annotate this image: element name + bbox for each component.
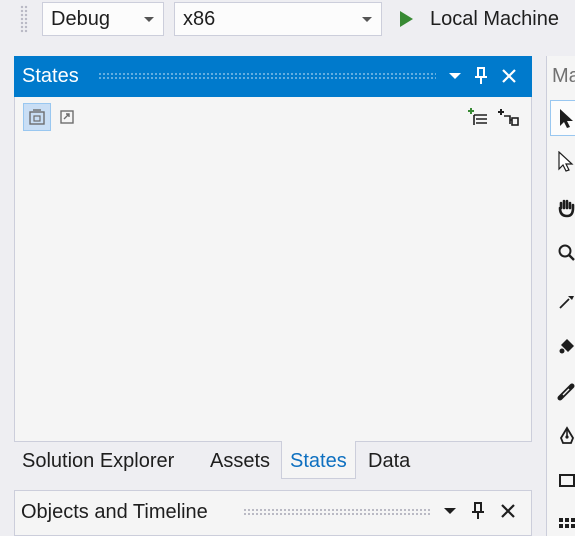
add-state-button[interactable] [495,103,523,131]
tools-panel: Ma [546,56,575,536]
tab-data[interactable]: Data [368,441,410,479]
panel-title: Objects and Timeline [21,501,208,523]
play-icon [400,11,413,27]
tab-states[interactable]: States [281,441,356,479]
states-panel: States [14,56,532,442]
window-position-button[interactable] [444,65,466,87]
window-position-button[interactable] [439,500,461,522]
states-toolbar [19,102,527,132]
show-state-group-icon [29,109,45,125]
direct-selection-icon [558,151,574,172]
chevron-down-icon [362,17,372,22]
grid-layout-icon [559,518,575,528]
objects-timeline-panel[interactable]: Objects and Timeline [14,490,532,536]
transition-preview-button[interactable] [53,103,81,131]
brush-transform-tool[interactable] [550,374,575,410]
pen-icon [559,426,575,444]
chevron-down-icon [449,73,461,79]
chevron-down-icon [144,17,154,22]
rectangle-icon [559,474,575,487]
platform-dropdown[interactable]: x86 [174,2,382,36]
tools-panel-title: Ma [552,65,575,87]
paint-bucket-tool[interactable] [550,329,575,365]
show-state-group-button[interactable] [23,103,51,131]
zoom-icon [558,244,575,261]
selection-icon [560,109,573,128]
pin-icon [475,67,487,84]
titlebar-grip [98,72,436,80]
close-button[interactable] [497,500,519,522]
add-state-icon [498,109,519,126]
configuration-value: Debug [51,8,110,30]
tab-assets[interactable]: Assets [210,441,270,479]
eyedropper-icon [559,296,574,309]
pin-icon [472,502,484,519]
close-icon [502,69,516,83]
panel-tabstrip: Solution Explorer Assets States Data [14,441,532,479]
brush-transform-icon [557,383,575,401]
eyedropper-tool[interactable] [550,284,575,320]
toolbar-grip[interactable] [20,5,28,33]
add-state-group-icon [468,108,487,125]
rectangle-tool[interactable] [550,464,575,500]
pan-icon [558,199,575,218]
tab-solution-explorer[interactable]: Solution Explorer [22,441,174,479]
paint-bucket-icon [559,339,574,354]
pan-tool[interactable] [550,191,575,227]
start-debugging-button[interactable]: Local Machine [392,2,575,36]
transition-preview-icon [60,110,74,124]
selection-tool[interactable] [550,100,575,136]
auto-hide-button[interactable] [470,65,492,87]
zoom-tool[interactable] [550,236,575,272]
main-toolbar: Debug x86 Local Machine [0,0,575,40]
states-panel-titlebar[interactable]: States [14,56,532,97]
add-state-group-button[interactable] [465,103,493,131]
auto-hide-button[interactable] [467,500,489,522]
configuration-dropdown[interactable]: Debug [42,2,164,36]
grid-layout-tool[interactable] [550,508,575,536]
pen-tool[interactable] [550,419,575,455]
direct-selection-tool[interactable] [550,144,575,180]
run-target-label: Local Machine [430,8,559,30]
platform-value: x86 [183,8,216,30]
panel-title: States [22,65,79,87]
close-icon [501,504,515,518]
chevron-down-icon [444,508,456,514]
titlebar-grip [243,508,431,516]
close-button[interactable] [498,65,520,87]
